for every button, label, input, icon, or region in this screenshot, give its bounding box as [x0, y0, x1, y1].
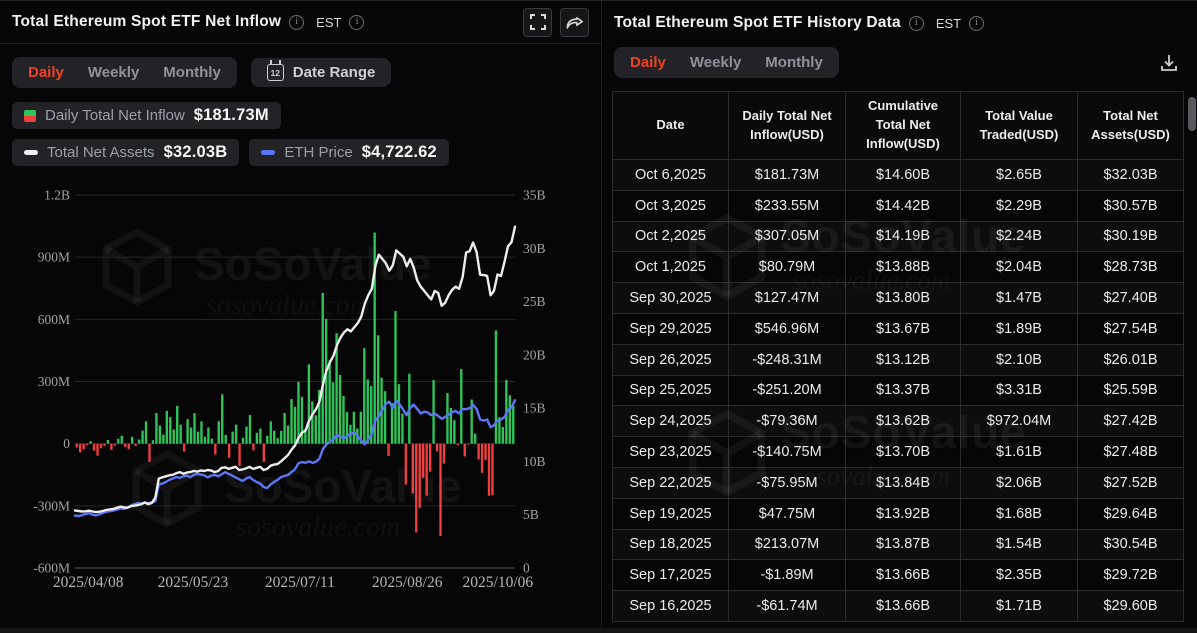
table-row: Oct 1,2025 $80.79M $13.88B $2.04B $28.73B [612, 251, 1184, 284]
table-row: Sep 25,2025 -$251.20M $13.37B $3.31B $25.59B [612, 374, 1184, 407]
tab-monthly[interactable]: Monthly [163, 64, 221, 81]
table-body: Oct 6,2025 $181.73M $14.60B $2.65B $32.03B Oc… [612, 159, 1184, 622]
svg-text:600M: 600M [38, 312, 70, 327]
tab-monthly[interactable]: Monthly [765, 54, 823, 71]
bar-swatch-icon [24, 109, 36, 122]
download-icon [1161, 54, 1177, 71]
svg-text:2025/05/23: 2025/05/23 [158, 574, 229, 591]
chart-panel-header: Total Ethereum Spot ETF Net Inflow EST [12, 1, 589, 43]
table-row: Sep 30,2025 $127.47M $13.80B $1.47B $27.40B [612, 282, 1184, 314]
chart-controls: Daily Weekly Monthly 12 Date Range [12, 57, 589, 88]
table-scrollbar[interactable] [1188, 97, 1196, 627]
history-table: Date Daily Total Net Inflow(USD) Cumulativ… [612, 91, 1184, 622]
svg-text:1.2B: 1.2B [44, 188, 70, 203]
download-button[interactable] [1159, 53, 1179, 73]
table-controls: Daily Weekly Monthly [612, 47, 1193, 78]
table-panel-header: Total Ethereum Spot ETF History Data EST [612, 1, 1193, 45]
svg-text:sosovalue.com: sosovalue.com [206, 290, 370, 321]
table-row: Sep 26,2025 -$248.31M $13.12B $2.10B $26.01B [612, 343, 1184, 376]
svg-text:35B: 35B [523, 188, 546, 203]
net-inflow-chart[interactable]: SoSoValuesosovalue.comSoSoValuesosovalue… [12, 180, 590, 594]
table-row: Sep 17,2025 -$1.89M $13.66B $2.35B $29.72B [612, 559, 1184, 592]
svg-text:5B: 5B [523, 507, 539, 522]
column-header: Total Value Traded(USD) [960, 91, 1078, 160]
svg-text:2025/08/26: 2025/08/26 [372, 574, 443, 591]
table-row: Sep 22,2025 -$75.95M $13.84B $2.06B $27.52B [612, 466, 1184, 499]
table-row: Sep 16,2025 -$61.74M $13.66B $1.71B $29.60B [612, 590, 1184, 622]
timezone-info-icon[interactable] [969, 15, 985, 31]
svg-text:900M: 900M [38, 250, 70, 265]
share-icon [566, 17, 583, 29]
svg-text:-300M: -300M [33, 498, 70, 513]
column-header: Date [612, 91, 729, 160]
timezone-info-icon[interactable] [349, 14, 365, 30]
legend-daily-net-inflow[interactable]: Daily Total Net Inflow $181.73M [12, 102, 281, 129]
svg-text:25B: 25B [523, 294, 546, 309]
scrollbar-thumb[interactable] [1188, 97, 1196, 131]
table-row: Oct 6,2025 $181.73M $14.60B $2.65B $32.03B [612, 159, 1184, 191]
table-row: Sep 24,2025 -$79.36M $13.62B $972.04M $27.42… [612, 405, 1184, 438]
svg-text:sosovalue.com: sosovalue.com [236, 512, 400, 543]
table-row: Oct 3,2025 $233.55M $14.42B $2.29B $30.57B [612, 189, 1184, 222]
table-title: Total Ethereum Spot ETF History Data [614, 14, 901, 31]
table-row: Sep 18,2025 $213.07M $13.87B $1.54B $30.54B [612, 528, 1184, 561]
tab-daily[interactable]: Daily [28, 64, 64, 81]
table-header-row: Date Daily Total Net Inflow(USD) Cumulativ… [612, 91, 1184, 160]
column-header: Daily Total Net Inflow(USD) [728, 91, 846, 160]
info-icon[interactable] [908, 15, 924, 31]
legend-eth-price[interactable]: ETH Price $4,722.62 [249, 139, 449, 166]
svg-text:20B: 20B [523, 347, 546, 362]
svg-text:30B: 30B [523, 241, 546, 256]
svg-text:2025/10/06: 2025/10/06 [463, 574, 534, 591]
interval-tabs: Daily Weekly Monthly [12, 57, 237, 88]
fullscreen-button[interactable] [523, 7, 552, 37]
daily-net-inflow-value: $181.73M [193, 106, 269, 124]
timezone-label: EST [935, 15, 962, 31]
svg-text:300M: 300M [38, 374, 70, 389]
white-line-swatch-icon [24, 150, 38, 155]
divider [0, 43, 601, 44]
blue-line-swatch-icon [261, 150, 276, 155]
watermark: SoSoValuesosovalue.com [102, 228, 432, 321]
table-row: Sep 29,2025 $546.96M $13.67B $1.89B $27.54B [612, 312, 1184, 345]
svg-text:10B: 10B [523, 454, 546, 469]
column-header: Total Net Assets(USD) [1077, 91, 1184, 160]
net-inflow-chart-panel: Total Ethereum Spot ETF Net Inflow EST D… [0, 1, 602, 633]
calendar-icon: 12 [266, 60, 284, 81]
page-title: Total Ethereum Spot ETF Net Inflow [12, 13, 282, 30]
tab-daily[interactable]: Daily [630, 54, 666, 71]
eth-price-value: $4,722.62 [361, 143, 437, 161]
app-root: Total Ethereum Spot ETF Net Inflow EST D… [0, 0, 1197, 633]
legend-total-net-assets[interactable]: Total Net Assets $32.03B [12, 139, 240, 166]
chart-legend: Daily Total Net Inflow $181.73M Total Ne… [12, 102, 589, 166]
tab-weekly[interactable]: Weekly [88, 64, 139, 81]
svg-text:0: 0 [63, 436, 70, 451]
fullscreen-icon [529, 14, 546, 30]
total-net-assets-value: $32.03B [163, 143, 228, 161]
svg-text:15B: 15B [523, 401, 546, 416]
info-icon[interactable] [289, 14, 305, 30]
column-header: Cumulative Total Net Inflow(USD) [845, 91, 961, 160]
tab-weekly[interactable]: Weekly [690, 54, 741, 71]
interval-tabs: Daily Weekly Monthly [614, 47, 839, 78]
horizontal-scrollbar-track[interactable] [0, 628, 1197, 633]
date-range-label: Date Range [292, 64, 376, 81]
table-row: Sep 23,2025 -$140.75M $13.70B $1.61B $27.48B [612, 436, 1184, 468]
table-row: Sep 19,2025 $47.75M $13.92B $1.68B $29.64B [612, 497, 1184, 530]
table-row: Oct 2,2025 $307.05M $14.19B $2.24B $30.19B [612, 220, 1184, 253]
svg-text:2025/04/08: 2025/04/08 [53, 574, 124, 591]
date-range-button[interactable]: 12 Date Range [250, 58, 392, 87]
share-button[interactable] [560, 7, 589, 37]
history-data-panel: Total Ethereum Spot ETF History Data EST… [602, 1, 1197, 633]
svg-text:SoSoValue: SoSoValue [194, 238, 432, 290]
svg-text:2025/07/11: 2025/07/11 [265, 574, 335, 591]
timezone-label: EST [316, 14, 342, 30]
